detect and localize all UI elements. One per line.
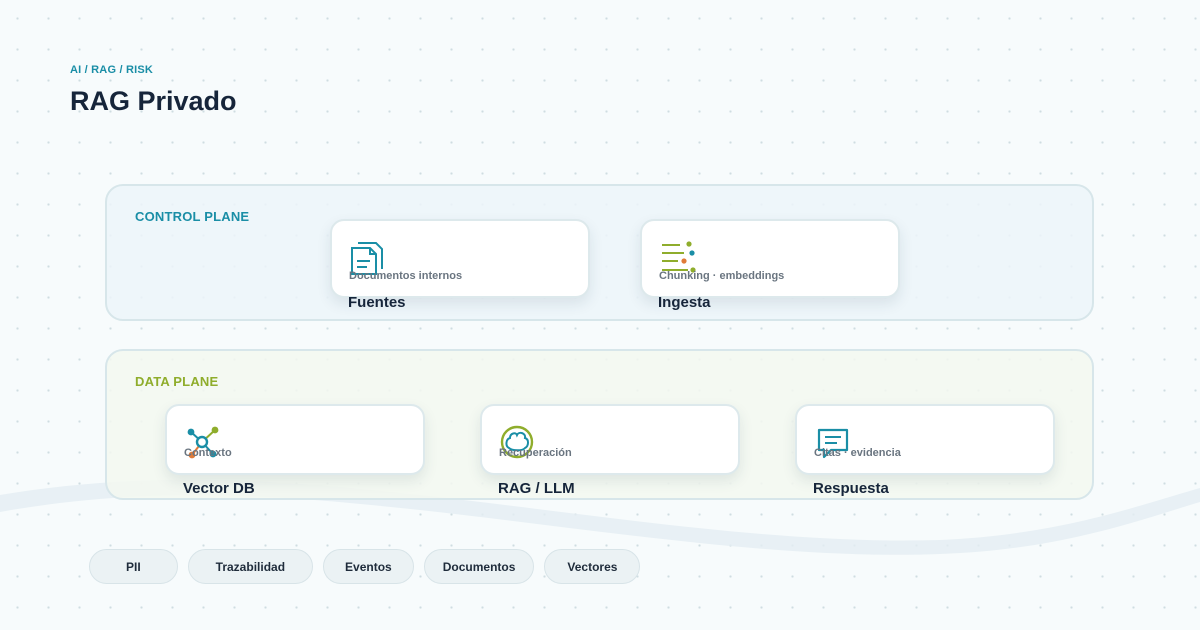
control-plane-panel <box>105 184 1094 321</box>
page-title: RAG Privado <box>70 86 237 116</box>
data-plane-label: DATA PLANE <box>135 374 219 389</box>
card-rag-llm[interactable]: Recuperación <box>480 404 740 475</box>
card-subtitle: Citas · evidencia <box>814 447 901 459</box>
breadcrumb: AI / RAG / RISK <box>70 64 154 76</box>
card-subtitle: Chunking · embeddings <box>659 270 785 282</box>
card-title-vector-db: Vector DB <box>183 480 255 497</box>
card-vector-db[interactable]: Contexto <box>165 404 425 475</box>
card-title-rag-llm: RAG / LLM <box>498 480 575 497</box>
control-plane-label: CONTROL PLANE <box>135 209 250 224</box>
card-title-fuentes: Fuentes <box>348 294 406 311</box>
tag-trazabilidad[interactable]: Trazabilidad <box>187 549 314 584</box>
tag-documentos[interactable]: Documentos <box>423 549 535 584</box>
tag-pii[interactable]: PII <box>89 549 178 584</box>
tag-eventos[interactable]: Eventos <box>323 549 414 584</box>
card-fuentes[interactable]: Documentos internos <box>330 219 590 298</box>
card-ingesta[interactable]: Chunking · embeddings <box>640 219 900 298</box>
card-subtitle: Documentos internos <box>349 270 463 282</box>
card-subtitle: Contexto <box>184 447 232 459</box>
card-subtitle: Recuperación <box>499 447 572 459</box>
card-title-ingesta: Ingesta <box>658 294 711 311</box>
tag-list: PII Trazabilidad Eventos Documentos Vect… <box>89 549 641 584</box>
card-title-respuesta: Respuesta <box>813 480 889 497</box>
card-respuesta[interactable]: Citas · evidencia <box>795 404 1055 475</box>
tag-vectores[interactable]: Vectores <box>544 549 641 584</box>
